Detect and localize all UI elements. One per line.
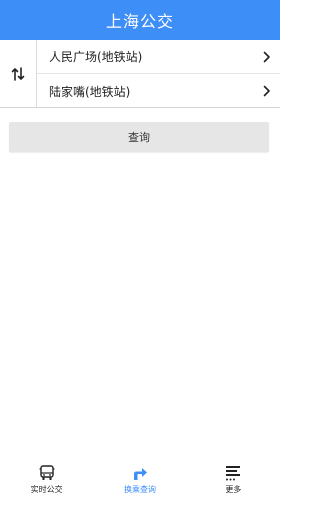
tab-label: 换乘查询	[123, 485, 156, 494]
chevron-right-icon	[254, 51, 280, 63]
tab-more[interactable]: 更多	[187, 461, 280, 505]
turn-arrow-icon	[133, 468, 147, 480]
tab-label: 实时公交	[30, 485, 63, 494]
page-title: 上海公交	[105, 12, 174, 31]
app-header: 上海公交	[0, 0, 280, 40]
tab-realtime-bus[interactable]: 实时公交	[0, 461, 93, 505]
destination-station-field[interactable]: 陆家嘴(地铁站)	[37, 74, 280, 108]
tab-label: 更多	[225, 485, 242, 494]
origin-station-field[interactable]: 人民广场(地铁站)	[37, 40, 280, 74]
route-input-panel: 人民广场(地铁站) 陆家嘴(地铁站)	[0, 40, 280, 108]
swap-vertical-icon	[11, 67, 25, 81]
swap-button[interactable]	[0, 40, 37, 108]
destination-station-label: 陆家嘴(地铁站)	[49, 84, 131, 99]
query-button[interactable]: 查询	[9, 122, 269, 152]
chevron-right-icon	[254, 85, 280, 97]
bottom-tab-bar: 实时公交 换乘查询 更多	[0, 461, 280, 505]
origin-station-label: 人民广场(地铁站)	[49, 50, 143, 64]
menu-more-icon	[226, 466, 241, 481]
bus-icon	[39, 465, 55, 480]
tab-transfer-query[interactable]: 换乘查询	[93, 461, 186, 505]
